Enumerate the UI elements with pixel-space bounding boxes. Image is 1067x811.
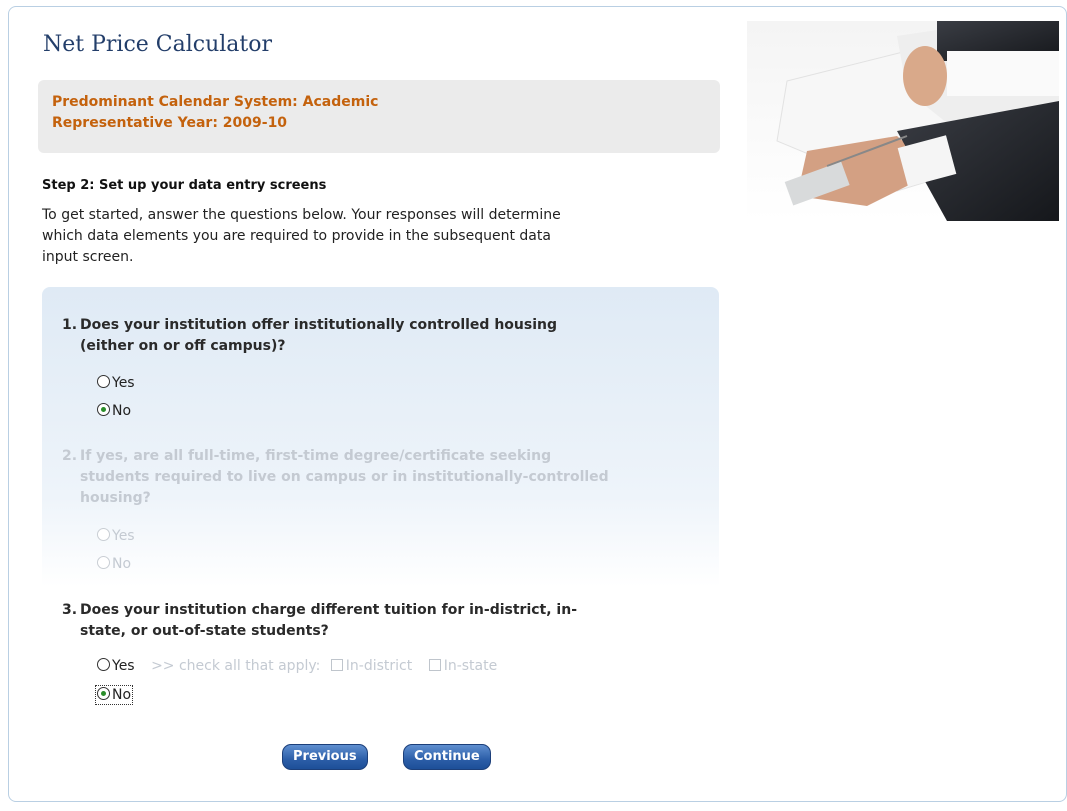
q3-no-radio[interactable] (97, 687, 110, 700)
question-2-line-1: If yes, are all full-time, first-time de… (80, 448, 552, 464)
q2-yes-radio (97, 528, 110, 541)
representative-year-label: Representative Year: 2009-10 (52, 115, 288, 131)
in-state-checkbox[interactable] (428, 659, 441, 671)
q3-yes-option[interactable]: Yes >> check all that apply: In-district… (97, 656, 657, 676)
intro-line-1: To get started, answer the questions bel… (42, 207, 561, 223)
q3-no-option[interactable]: No (94, 685, 134, 705)
question-2-text: If yes, are all full-time, first-time de… (80, 446, 609, 509)
q3-yes-label: Yes (112, 658, 135, 674)
calendar-info-box: Predominant Calendar System: Academic Re… (38, 80, 720, 153)
question-2-number: 2. (62, 448, 78, 464)
intro-line-3: input screen. (42, 249, 134, 265)
previous-button[interactable]: Previous (282, 744, 368, 770)
check-all-prompt: >> check all that apply: (151, 658, 321, 674)
step-heading: Step 2: Set up your data entry screens (42, 178, 327, 193)
q2-no-option: No (97, 554, 131, 574)
header-photo (747, 21, 1059, 221)
q2-no-label: No (112, 556, 132, 572)
q2-no-radio (97, 556, 110, 569)
question-2: 2. If yes, are all full-time, first-time… (62, 446, 712, 512)
q2-yes-option: Yes (97, 526, 135, 546)
question-2-line-2: students required to live on campus or i… (80, 469, 609, 485)
question-1-line-2: (either on or off campus)? (80, 338, 286, 354)
q1-no-option[interactable]: No (97, 401, 131, 421)
question-3-line-1: Does your institution charge different t… (80, 602, 578, 618)
question-2-line-3: housing? (80, 490, 151, 506)
q1-yes-option[interactable]: Yes (97, 373, 135, 393)
continue-button[interactable]: Continue (403, 744, 491, 770)
q3-no-focus[interactable]: No (94, 685, 134, 705)
q2-yes-label: Yes (112, 528, 135, 544)
in-district-checkbox[interactable] (330, 659, 343, 671)
in-state-label: In-state (443, 658, 498, 674)
question-1-number: 1. (62, 317, 78, 333)
q3-no-label: No (112, 687, 132, 703)
question-3-line-2: state, or out-of-state students? (80, 623, 329, 639)
q1-no-label: No (112, 403, 132, 419)
calendar-system-label: Predominant Calendar System: Academic (52, 94, 379, 110)
q1-yes-label: Yes (112, 375, 135, 391)
question-3: 3. Does your institution charge differen… (62, 600, 712, 645)
question-1: 1. Does your institution offer instituti… (62, 315, 712, 360)
question-1-text: Does your institution offer institutiona… (80, 315, 557, 357)
question-1-line-1: Does your institution offer institutiona… (80, 317, 557, 333)
page-title: Net Price Calculator (43, 32, 273, 57)
in-district-option[interactable]: In-district (330, 658, 413, 674)
q1-yes-radio[interactable] (97, 375, 110, 388)
in-state-option[interactable]: In-state (428, 658, 498, 674)
q3-yes-radio[interactable] (97, 658, 110, 671)
q1-no-radio[interactable] (97, 403, 110, 416)
intro-text: To get started, answer the questions bel… (42, 205, 722, 268)
question-3-text: Does your institution charge different t… (80, 600, 577, 642)
question-3-number: 3. (62, 602, 78, 618)
in-district-label: In-district (345, 658, 413, 674)
intro-line-2: which data elements you are required to … (42, 228, 551, 244)
